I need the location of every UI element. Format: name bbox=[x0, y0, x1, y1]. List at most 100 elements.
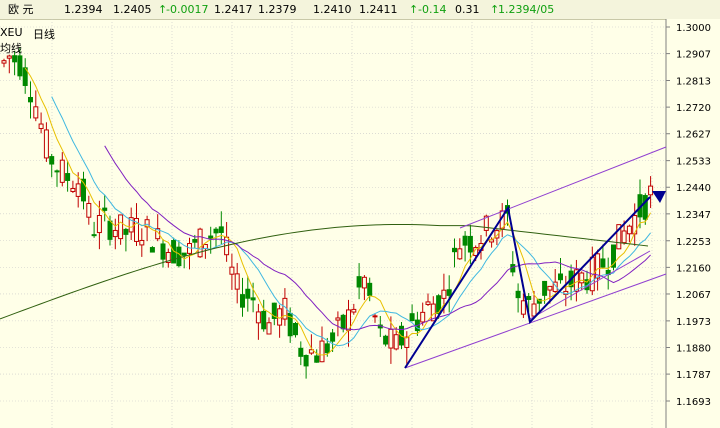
candle-body bbox=[520, 300, 526, 315]
candle-body bbox=[361, 276, 367, 289]
candle-body bbox=[123, 228, 129, 235]
price-tick-label: 1.2907 bbox=[676, 50, 711, 61]
candle-body bbox=[49, 156, 55, 165]
candle-body bbox=[176, 246, 182, 267]
candle-body bbox=[17, 55, 23, 77]
candle-body bbox=[70, 187, 76, 192]
price-tick-label: 1.2253 bbox=[676, 237, 711, 248]
candle-body bbox=[1, 60, 7, 64]
percent-change: -0.14 bbox=[418, 3, 447, 16]
price-tick-label: 1.2533 bbox=[676, 157, 711, 168]
candle-body bbox=[542, 280, 548, 296]
price-tick-label: 1.1973 bbox=[676, 317, 711, 328]
candle-body bbox=[160, 243, 166, 260]
candle-body bbox=[393, 334, 399, 350]
price-chart[interactable]: 1.3000 1.2907 1.2813 1.2720 1.2627 1.2533 1.24… bbox=[0, 19, 720, 428]
price-tick-label: 1.2720 bbox=[676, 103, 711, 114]
candle-body bbox=[330, 332, 336, 342]
ma-long-line bbox=[0, 223, 649, 320]
candle-body bbox=[340, 314, 346, 330]
price-tick-label: 1.1880 bbox=[676, 343, 711, 354]
price-tick-label: 1.2067 bbox=[676, 290, 711, 301]
price-tick-label: 1.2440 bbox=[676, 183, 711, 194]
candle-body bbox=[218, 226, 224, 233]
candle-body bbox=[335, 317, 341, 321]
candle-body bbox=[324, 343, 330, 354]
price-tick-label: 1.1787 bbox=[676, 370, 711, 381]
ask-price: 1.2411 bbox=[359, 3, 398, 16]
candle-body bbox=[149, 247, 155, 253]
candle-body bbox=[446, 289, 452, 296]
candle-body bbox=[192, 239, 198, 243]
chart-window: 欧 元 1.2394 1.2405 ↑ -0.0017 1.2417 1.237… bbox=[0, 0, 720, 428]
high-price: 1.2417 bbox=[214, 3, 253, 16]
candle-body bbox=[6, 55, 12, 59]
candle-body bbox=[356, 276, 362, 288]
symbol-label: XEU bbox=[0, 26, 23, 39]
candle-body bbox=[600, 258, 606, 268]
candle-body bbox=[452, 247, 457, 253]
candle-body bbox=[531, 303, 537, 317]
candle-body bbox=[38, 123, 44, 130]
price-tick-label: 1.2160 bbox=[676, 263, 711, 274]
candle-body bbox=[351, 308, 357, 313]
price-tick-label: 1.2813 bbox=[676, 77, 711, 88]
candle-body bbox=[372, 315, 378, 318]
price-tick-label: 1.2627 bbox=[676, 130, 711, 141]
candle-body bbox=[441, 289, 447, 299]
candle-body bbox=[102, 207, 108, 211]
candle-body bbox=[579, 272, 585, 284]
candle-body bbox=[255, 311, 261, 324]
candle-body bbox=[462, 235, 468, 246]
volume-value: 0.31 bbox=[455, 3, 480, 16]
candle-body bbox=[229, 266, 235, 275]
candle-body bbox=[59, 159, 65, 183]
open-price: 1.2405 bbox=[113, 3, 152, 16]
candle-body bbox=[626, 225, 632, 235]
candle-body bbox=[648, 185, 654, 196]
price-tick-label: 1.3000 bbox=[676, 23, 711, 34]
candle-body bbox=[261, 310, 267, 330]
candle-body bbox=[425, 301, 431, 305]
ma-20-line bbox=[104, 145, 651, 331]
candle-body bbox=[250, 297, 256, 301]
candle-body bbox=[383, 335, 389, 345]
low-price: 1.2379 bbox=[258, 3, 297, 16]
candle-body bbox=[547, 285, 553, 291]
candle-body bbox=[467, 235, 473, 253]
candle-body bbox=[213, 228, 219, 234]
candle-body bbox=[298, 347, 304, 357]
last-price: 1.2394 bbox=[64, 3, 103, 16]
date-stamp: 1.2394/05 bbox=[498, 3, 555, 16]
candle-body bbox=[515, 290, 521, 299]
candle-body bbox=[319, 340, 325, 363]
candle-body bbox=[75, 183, 81, 197]
candle-body bbox=[409, 313, 415, 322]
candle-body bbox=[457, 248, 463, 260]
candle-body bbox=[245, 288, 251, 299]
candle-body bbox=[367, 282, 373, 296]
candle-body bbox=[404, 336, 410, 348]
candle-body bbox=[558, 273, 563, 281]
candle-body bbox=[526, 295, 532, 300]
candle-body bbox=[65, 173, 71, 181]
candle-body bbox=[266, 322, 272, 335]
candle-body bbox=[234, 273, 240, 290]
candle-body bbox=[208, 235, 214, 239]
candle-body bbox=[118, 214, 124, 240]
up-arrow-icon: ↑ bbox=[409, 3, 419, 16]
candle-body bbox=[181, 252, 187, 256]
candle-body bbox=[43, 129, 49, 159]
candle-body bbox=[28, 96, 33, 103]
candle-body bbox=[420, 311, 426, 323]
candle-body bbox=[293, 322, 298, 336]
candle-body bbox=[54, 170, 60, 173]
quote-bar: 欧 元 1.2394 1.2405 ↑ -0.0017 1.2417 1.237… bbox=[0, 0, 720, 20]
candle-body bbox=[388, 328, 394, 349]
candle-body bbox=[314, 355, 320, 363]
candle-body bbox=[33, 106, 39, 119]
candle-body bbox=[240, 294, 245, 308]
candle-body bbox=[91, 234, 97, 237]
candle-body bbox=[96, 215, 102, 234]
instrument-name: 欧 元 bbox=[8, 3, 34, 16]
